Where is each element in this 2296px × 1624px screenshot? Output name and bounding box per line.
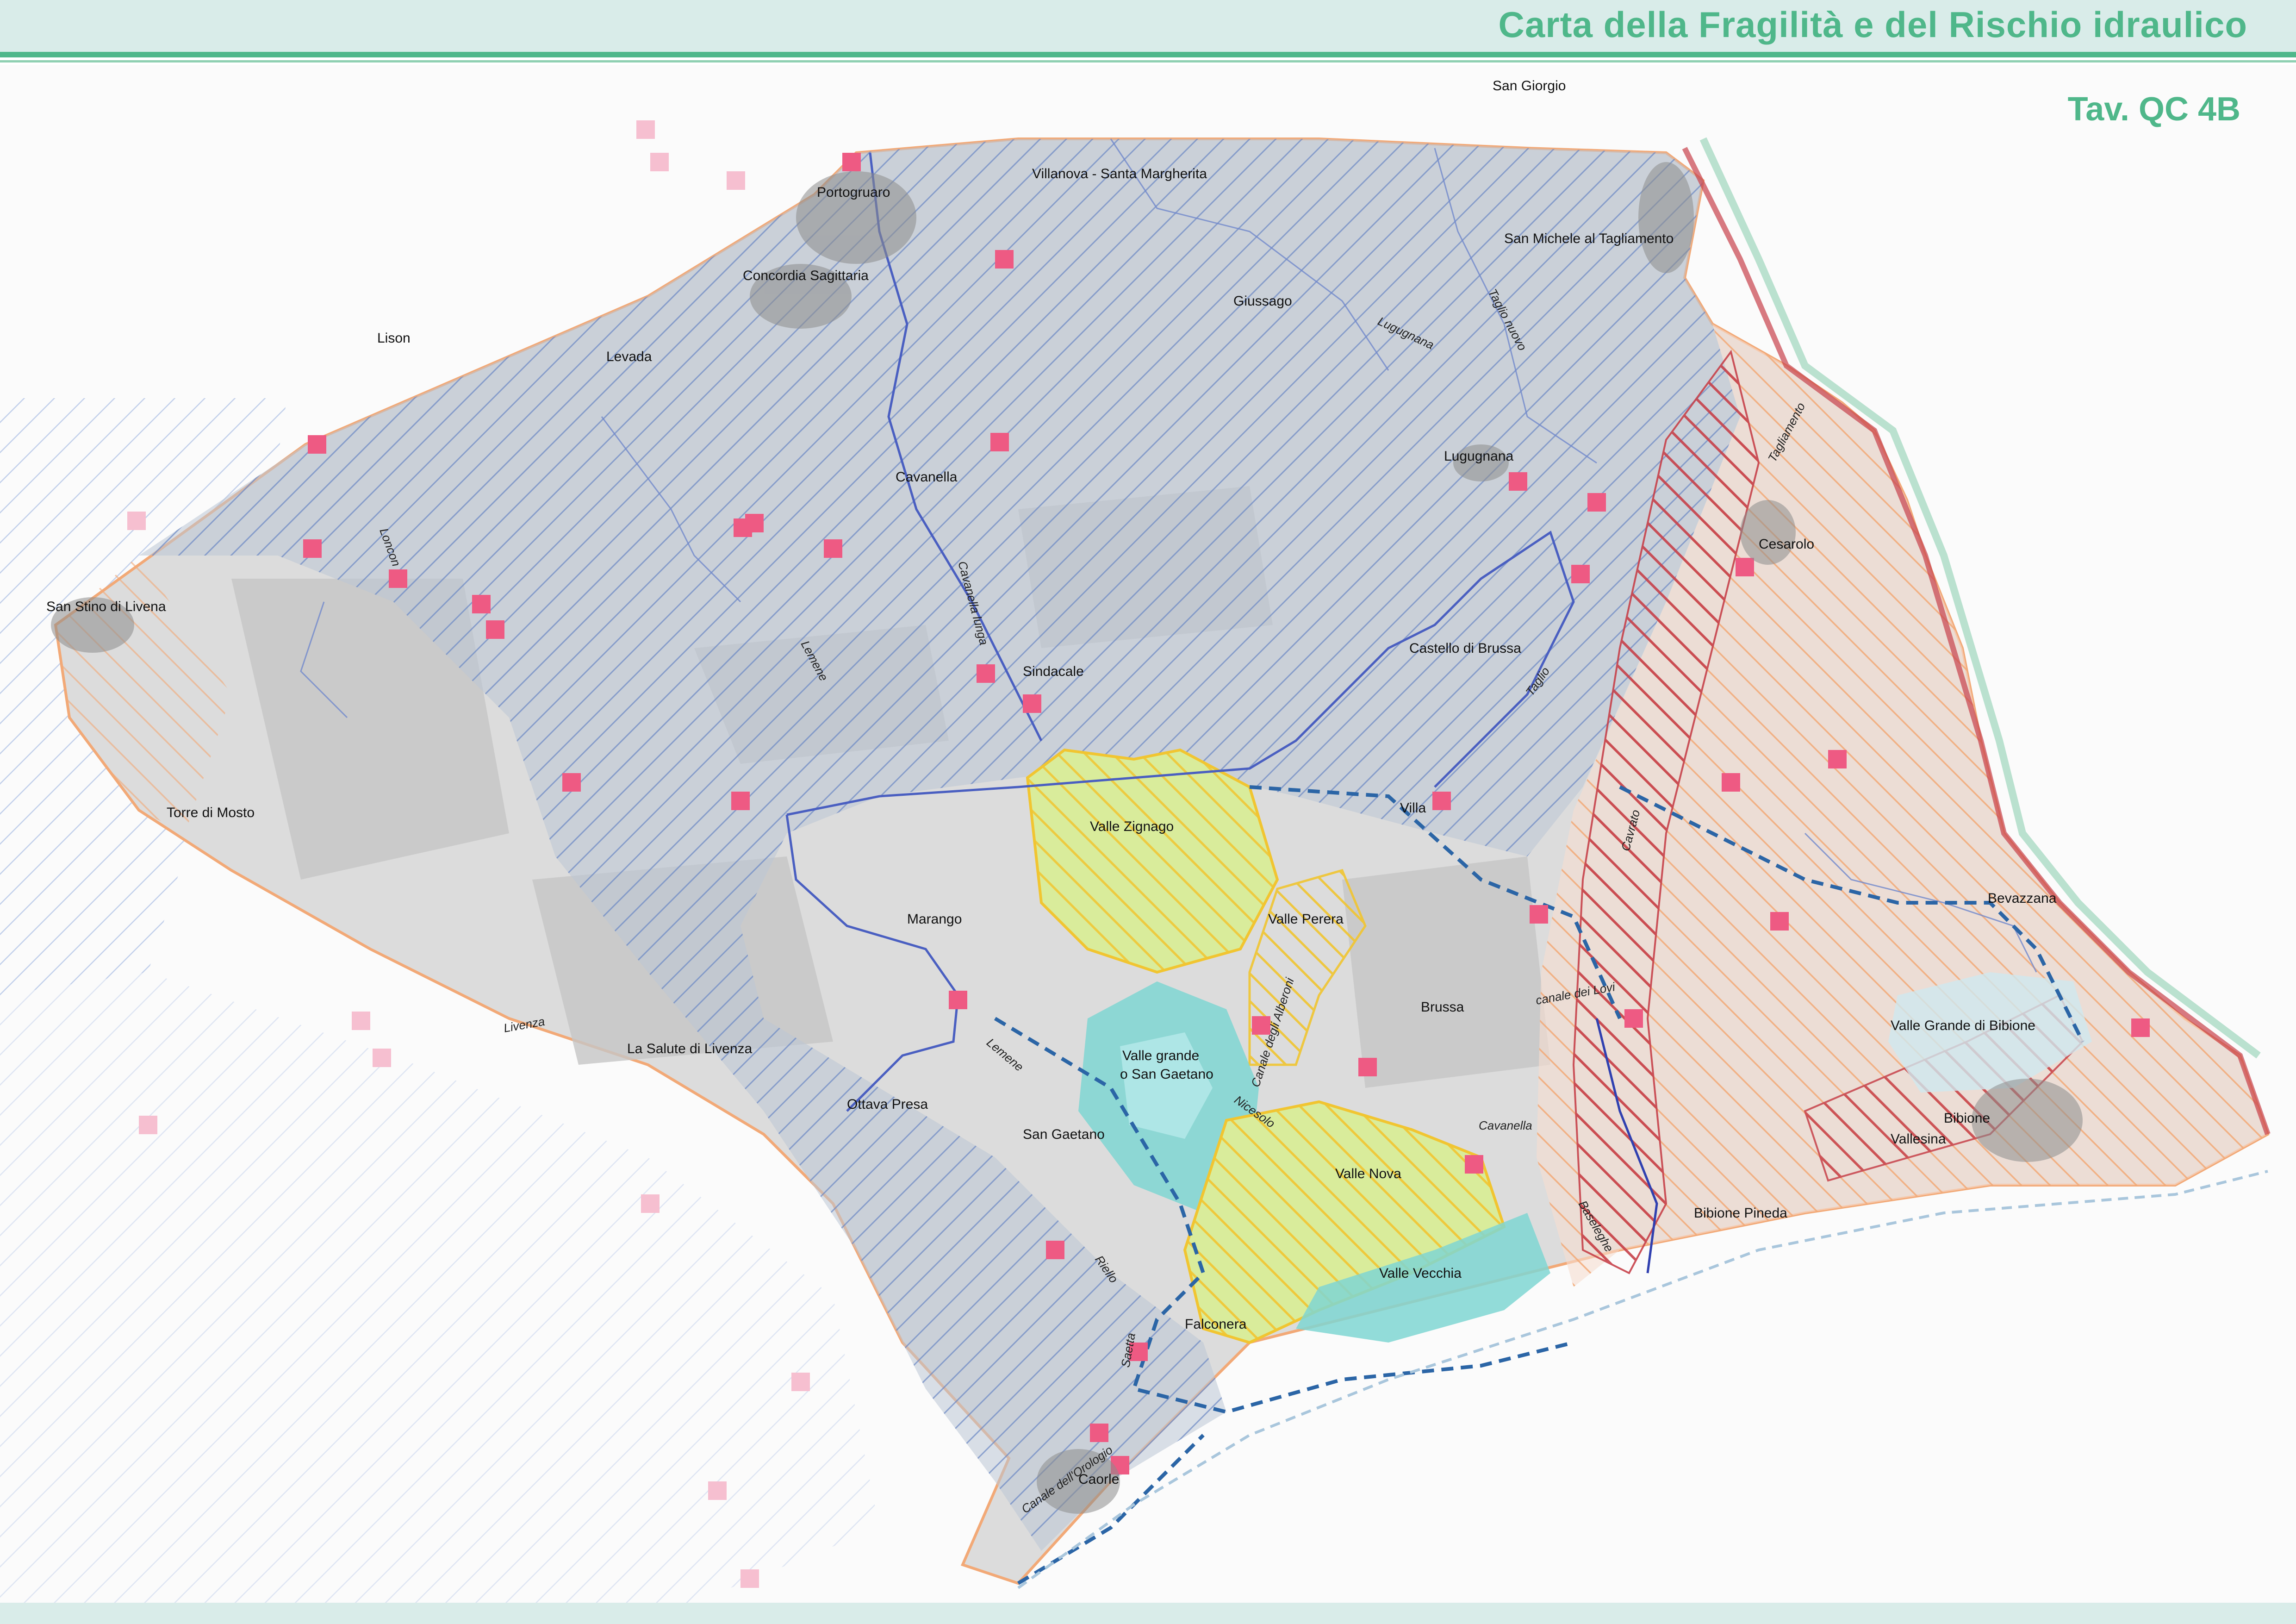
criticality-marker	[562, 773, 581, 792]
criticality-marker	[745, 514, 764, 532]
label-lison: Lison	[377, 331, 411, 346]
label-valle-perera: Valle Perera	[1268, 912, 1344, 927]
label-cavanella: Cavanella	[896, 469, 958, 485]
criticality-marker-outside	[373, 1049, 391, 1067]
label-valle-grande-1: Valle grande	[1122, 1048, 1199, 1063]
label-giussago: Giussago	[1233, 294, 1292, 309]
label-valle-zignago: Valle Zignago	[1090, 819, 1174, 834]
label-bibione-pineda: Bibione Pineda	[1694, 1206, 1787, 1221]
criticality-marker	[472, 595, 491, 613]
criticality-marker	[990, 433, 1009, 451]
label-marango: Marango	[907, 912, 962, 927]
criticality-marker	[1358, 1058, 1377, 1076]
criticality-marker	[1722, 773, 1740, 792]
label-valle-nova: Valle Nova	[1335, 1166, 1401, 1181]
criticality-marker	[308, 435, 326, 454]
criticality-marker	[2131, 1018, 2150, 1037]
criticality-marker	[1023, 694, 1041, 713]
criticality-marker	[1046, 1241, 1064, 1259]
label-valle-grande-2: o San Gaetano	[1120, 1067, 1213, 1082]
label-levada: Levada	[606, 349, 652, 364]
hydraulic-risk-map[interactable]: San Giorgio Portogruaro Villanova - Sant…	[0, 65, 2296, 1603]
criticality-marker	[1828, 750, 1847, 768]
label-san-giorgio: San Giorgio	[1493, 78, 1566, 94]
criticality-marker	[1465, 1155, 1483, 1174]
label-san-michele: San Michele al Tagliamento	[1504, 231, 1674, 246]
criticality-marker	[995, 250, 1014, 269]
criticality-marker	[731, 792, 750, 810]
criticality-marker	[842, 153, 861, 171]
criticality-marker	[824, 539, 842, 558]
criticality-marker-outside	[352, 1012, 370, 1030]
footer-bar	[0, 1603, 2296, 1624]
criticality-marker	[1090, 1424, 1108, 1442]
label-ottava-presa: Ottava Presa	[847, 1097, 928, 1112]
header-rule	[0, 52, 2296, 57]
map-title: Carta della Fragilità e del Rischio idra…	[1498, 4, 2247, 45]
label-bevazzana: Bevazzana	[1988, 891, 2057, 906]
criticality-marker-outside	[127, 512, 146, 530]
label-torre-mosto: Torre di Mosto	[167, 805, 255, 820]
criticality-marker	[1736, 558, 1754, 576]
header-rule-thin	[0, 60, 2296, 62]
label-concordia: Concordia Sagittaria	[743, 268, 869, 283]
criticality-marker	[1509, 472, 1527, 491]
label-castello-brussa: Castello di Brussa	[1409, 641, 1521, 656]
criticality-marker	[486, 620, 504, 639]
sheet-code: Tav. QC 4B	[2067, 91, 2240, 128]
label-san-gaetano: San Gaetano	[1023, 1127, 1105, 1142]
header-bar: Carta della Fragilità e del Rischio idra…	[0, 0, 2296, 53]
label-falconera: Falconera	[1185, 1317, 1247, 1332]
criticality-marker-outside	[650, 153, 669, 171]
criticality-marker	[977, 664, 995, 683]
label-valle-grande-bibione: Valle Grande di Bibione	[1891, 1018, 2035, 1033]
label-la-salute: La Salute di Livenza	[627, 1041, 753, 1056]
criticality-marker-outside	[791, 1373, 810, 1391]
label-sindacale: Sindacale	[1023, 664, 1084, 679]
criticality-marker	[1571, 565, 1590, 583]
criticality-marker-outside	[727, 171, 745, 190]
criticality-marker	[1624, 1009, 1643, 1028]
criticality-marker-outside	[740, 1569, 759, 1588]
label-valle-vecchia: Valle Vecchia	[1379, 1266, 1462, 1281]
label-portogruaro: Portogruaro	[817, 185, 890, 200]
label-san-stino: San Stino di Livena	[46, 599, 166, 614]
label-villanova: Villanova - Santa Margherita	[1032, 166, 1207, 181]
label-bibione: Bibione	[1944, 1111, 1990, 1126]
criticality-marker	[1530, 905, 1548, 924]
criticality-marker	[303, 539, 322, 558]
label-vallesina: Vallesina	[1891, 1131, 1946, 1147]
criticality-marker	[1432, 792, 1451, 810]
label-lugugnana: Lugugnana	[1444, 449, 1513, 464]
criticality-marker	[1587, 493, 1606, 512]
criticality-marker	[389, 569, 407, 588]
criticality-marker-outside	[641, 1194, 660, 1213]
label-villa: Villa	[1400, 800, 1426, 816]
criticality-marker	[1770, 912, 1789, 931]
label-brussa: Brussa	[1421, 999, 1464, 1015]
criticality-marker-outside	[708, 1481, 727, 1500]
label-cesarolo: Cesarolo	[1759, 537, 1814, 552]
label-cavanella-south: Cavanella	[1479, 1118, 1532, 1132]
criticality-marker	[949, 991, 967, 1009]
criticality-marker-outside	[636, 120, 655, 139]
criticality-marker-outside	[139, 1116, 157, 1134]
